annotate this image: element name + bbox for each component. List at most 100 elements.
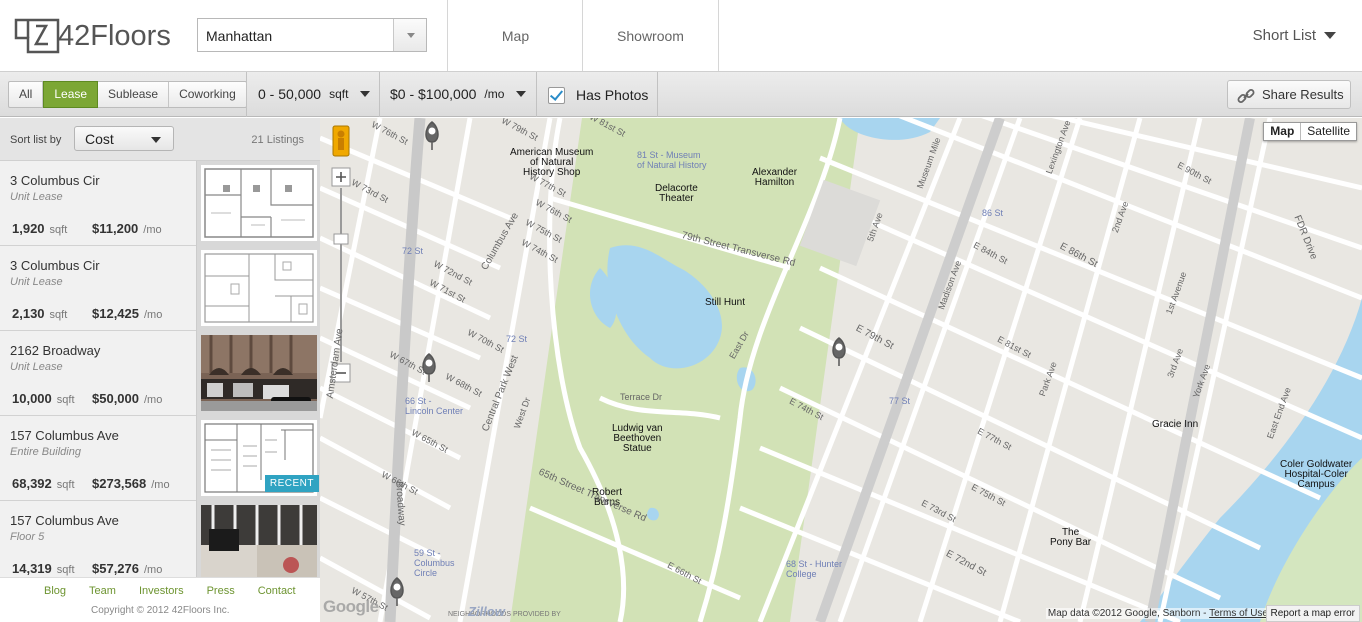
google-logo[interactable]: Google (323, 597, 379, 617)
divider (657, 72, 658, 117)
subway-label: 81 St - Museum of Natural History (637, 150, 707, 170)
type-all-button[interactable]: All (9, 82, 44, 107)
divider (246, 72, 247, 117)
listing-sqft: 68,392 sqft (12, 476, 75, 491)
listing-address: 157 Columbus Ave (10, 513, 119, 528)
listing-price: $11,200/mo (92, 221, 162, 236)
size-filter-unit: sqft (329, 87, 349, 101)
subway-label: 72 St (402, 246, 424, 256)
tab-map-label: Map (501, 27, 530, 44)
listing-sqft: 1,920 sqft (12, 221, 68, 236)
footer-links: Blog Team Investors Press Contact (44, 585, 319, 597)
place-label: The Pony Bar (1050, 527, 1092, 548)
tab-showroom-label: Showroom (617, 27, 684, 44)
building-photo (201, 335, 317, 411)
location-select[interactable]: Manhattan (197, 18, 427, 52)
listing-sidebar: Sort list by Cost 21 Listings 3 Columbus… (0, 118, 320, 622)
recent-badge: RECENT (264, 475, 319, 492)
listing-price: $12,425/mo (92, 306, 163, 321)
listing-sqft: 10,000 sqft (12, 391, 75, 406)
tab-map[interactable]: Map (447, 0, 583, 71)
place-label: Alexander Hamilton (752, 167, 798, 188)
type-lease-button[interactable]: Lease (43, 81, 99, 108)
listing-address: 157 Columbus Ave (10, 428, 119, 443)
listing-item[interactable]: 157 Columbus Ave Floor 5 14,319 sqft $57,… (0, 501, 320, 586)
listing-item[interactable]: 2162 Broadway Unit Lease 10,000 sqft $50,… (0, 331, 320, 416)
listing-thumbnail[interactable] (196, 501, 320, 586)
footer-link-press[interactable]: Press (207, 585, 235, 597)
chevron-down-icon (1324, 32, 1336, 39)
app-window: 42Floors Manhattan Map Showroom Short Li… (0, 0, 1362, 622)
map-type-satellite-button[interactable]: Satellite (1301, 123, 1356, 140)
listing-type: Unit Lease (10, 191, 63, 203)
listing-type-toggle: All Lease Sublease Coworking (8, 81, 247, 108)
listing-address: 3 Columbus Cir (10, 258, 100, 273)
tab-showroom[interactable]: Showroom (582, 0, 719, 71)
sort-value: Cost (85, 131, 114, 147)
chevron-down-icon (360, 91, 371, 97)
listing-thumbnail[interactable] (196, 161, 320, 246)
place-label: Gracie Inn (1152, 419, 1199, 430)
map-view[interactable]: American Museum of Natural History Shop 81… (320, 118, 1362, 622)
place-label: American Museum of Natural History Shop (510, 147, 594, 178)
subway-label: 72 St (506, 334, 528, 344)
share-results-button[interactable]: Share Results (1227, 80, 1351, 109)
footer-link-contact[interactable]: Contact (258, 585, 296, 597)
has-photos-checkbox[interactable] (548, 87, 565, 104)
short-list-label: Short List (1252, 27, 1316, 44)
price-filter-unit: /mo (484, 87, 505, 101)
logo-mark-icon (14, 18, 60, 54)
listing-price: $273,568/mo (92, 476, 170, 491)
subway-label: 59 St - Columbus Circle (414, 548, 455, 578)
price-filter-dropdown[interactable]: $0 - $100,000 /mo (390, 86, 527, 102)
listing-address: 3 Columbus Cir (10, 173, 100, 188)
divider (379, 72, 380, 117)
price-filter-value: $0 - $100,000 (390, 86, 477, 102)
floorplan-image (201, 250, 317, 326)
copyright: Copyright © 2012 42Floors Inc. (91, 605, 230, 616)
report-map-error-link[interactable]: Report a map error (1265, 605, 1360, 622)
listing-type: Entire Building (10, 446, 81, 458)
place-label: Still Hunt (705, 297, 746, 308)
listing-item[interactable]: 3 Columbus Cir Unit Lease 1,920 sqft $11,… (0, 161, 320, 246)
has-photos-label[interactable]: Has Photos (576, 87, 648, 103)
type-sublease-button[interactable]: Sublease (98, 82, 170, 107)
listing-price: $57,276/mo (92, 561, 163, 576)
sort-select[interactable]: Cost (74, 126, 174, 151)
footer-link-investors[interactable]: Investors (139, 585, 184, 597)
listing-item[interactable]: 157 Columbus Ave Entire Building 68,392 s… (0, 416, 320, 501)
listing-count: 21 Listings (251, 134, 304, 146)
place-label: Delacorte Theater (655, 183, 698, 204)
short-list-menu[interactable]: Short List (1253, 27, 1336, 44)
type-coworking-button[interactable]: Coworking (169, 82, 246, 107)
size-filter-dropdown[interactable]: 0 - 50,000 sqft (258, 86, 371, 102)
divider (536, 72, 537, 117)
sort-row: Sort list by Cost 21 Listings (0, 118, 320, 161)
listing-sqft: 14,319 sqft (12, 561, 75, 576)
office-photo (201, 505, 317, 581)
logo[interactable]: 42Floors (14, 17, 171, 55)
listing-item[interactable]: 3 Columbus Cir Unit Lease 2,130 sqft $12,… (0, 246, 320, 331)
place-label: Coler Goldwater Hospital-Coler Campus (1280, 459, 1353, 490)
top-header: 42Floors Manhattan Map Showroom Short Li… (0, 0, 1362, 72)
map-type-map-button[interactable]: Map (1264, 123, 1302, 140)
footer-link-team[interactable]: Team (89, 585, 116, 597)
size-filter-value: 0 - 50,000 (258, 86, 322, 102)
footer-link-blog[interactable]: Blog (44, 585, 66, 597)
listing-type: Floor 5 (10, 531, 45, 543)
subway-label: 66 St - Lincoln Center (405, 396, 464, 416)
listing-type: Unit Lease (10, 361, 63, 373)
subway-label: 68 St - Hunter College (786, 559, 843, 579)
listing-thumbnail[interactable]: RECENT (196, 416, 320, 501)
location-dropdown-button[interactable] (393, 19, 426, 51)
chevron-down-icon (516, 91, 527, 97)
listing-thumbnail[interactable] (196, 246, 320, 331)
terms-link[interactable]: Terms of Use (1209, 608, 1268, 619)
logo-text: 42Floors (58, 19, 171, 52)
listing-thumbnail[interactable] (196, 331, 320, 416)
zillow-logo[interactable]: Zillow (468, 604, 505, 619)
floorplan-image (201, 165, 317, 241)
subway-label: 86 St (982, 208, 1004, 218)
map-attribution: Map data ©2012 Google, Sanborn - Terms o… (1045, 608, 1270, 619)
filter-bar: All Lease Sublease Coworking 0 - 50,000 … (0, 72, 1362, 117)
